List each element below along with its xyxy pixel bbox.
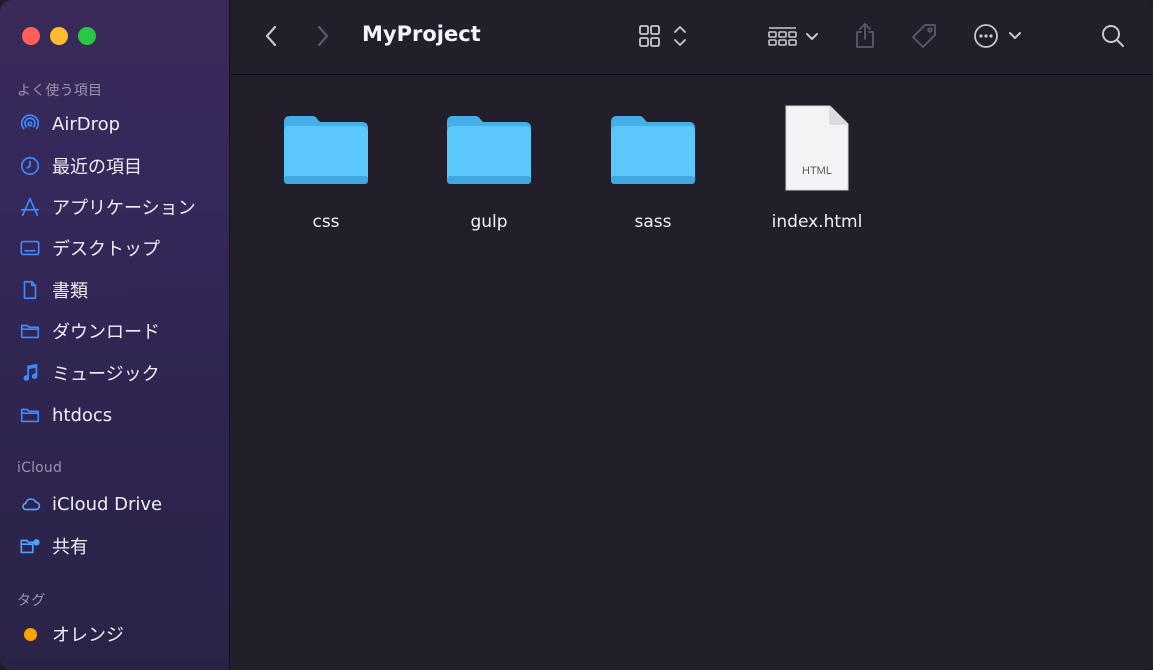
file-item-css[interactable]: css: [266, 98, 386, 232]
chevron-right-icon: [317, 25, 329, 47]
grid-view-icon: [639, 25, 686, 47]
section-heading-tags: タグ: [17, 593, 46, 609]
sidebar-item-label: 書類: [52, 281, 88, 302]
ellipsis-circle-icon: [974, 24, 1021, 48]
sidebar-item-recents[interactable]: 最近の項目: [18, 151, 223, 181]
sidebar-item-tag-orange[interactable]: オレンジ: [18, 619, 223, 649]
sidebar-item-label: ダウンロード: [52, 322, 160, 343]
sidebar-item-htdocs[interactable]: htdocs: [18, 400, 223, 430]
shared-folder-icon: [18, 534, 42, 558]
file-type-badge: HTML: [802, 165, 832, 177]
sidebar-item-airdrop[interactable]: AirDrop: [18, 109, 223, 139]
tag-color-dot: [18, 622, 42, 646]
sidebar-item-label: 最近の項目: [52, 157, 142, 178]
sidebar-item-label: アプリケーション: [52, 198, 196, 219]
view-mode-button[interactable]: [637, 22, 693, 50]
zoom-button[interactable]: [78, 27, 96, 45]
sidebar-item-applications[interactable]: アプリケーション: [18, 192, 223, 222]
file-item-sass[interactable]: sass: [593, 98, 713, 232]
html-file-icon: HTML: [757, 98, 877, 198]
music-icon: [18, 361, 42, 385]
tag-icon: [912, 24, 936, 48]
folder-icon: [429, 98, 549, 198]
applications-icon: [18, 195, 42, 219]
clock-icon: [18, 154, 42, 178]
folder-icon: [18, 403, 42, 427]
search-icon: [1102, 25, 1124, 47]
sidebar-item-label: iCloud Drive: [52, 493, 163, 515]
section-heading-icloud: iCloud: [17, 460, 63, 476]
sidebar-item-label: AirDrop: [52, 113, 121, 135]
tag-button[interactable]: [908, 22, 940, 50]
file-item-gulp[interactable]: gulp: [429, 98, 549, 232]
file-item-index-html[interactable]: HTML index.html: [757, 98, 877, 232]
file-browser: css gulp sass HTML index.html: [231, 76, 1153, 670]
sidebar-item-documents[interactable]: 書類: [18, 275, 223, 305]
close-button[interactable]: [22, 27, 40, 45]
chevron-left-icon: [265, 25, 277, 47]
group-button[interactable]: [767, 22, 823, 50]
sidebar-item-label: htdocs: [52, 404, 113, 426]
sidebar-item-shared[interactable]: 共有: [18, 531, 223, 561]
desktop-icon: [18, 236, 42, 260]
file-name: index.html: [771, 212, 863, 232]
folder-icon: [266, 98, 386, 198]
share-icon: [856, 23, 874, 48]
cloud-icon: [18, 492, 42, 516]
toolbar: MyProject: [231, 0, 1153, 75]
back-button[interactable]: [259, 22, 283, 50]
folder-icon: [593, 98, 713, 198]
sidebar-item-label: ミュージック: [52, 364, 160, 385]
sidebar-item-label: オレンジ: [52, 625, 124, 646]
minimize-button[interactable]: [50, 27, 68, 45]
share-button[interactable]: [851, 22, 879, 50]
forward-button[interactable]: [311, 22, 335, 50]
airdrop-icon: [18, 112, 42, 136]
group-icon: [768, 27, 818, 46]
section-heading-favorites: よく使う項目: [17, 83, 103, 99]
sidebar-item-downloads[interactable]: ダウンロード: [18, 316, 223, 346]
search-button[interactable]: [1099, 22, 1127, 50]
document-icon: [18, 278, 42, 302]
sidebar-item-icloud-drive[interactable]: iCloud Drive: [18, 489, 223, 519]
sidebar-item-music[interactable]: ミュージック: [18, 358, 223, 388]
finder-window: よく使う項目 AirDrop 最近の項目 アプリケーション デスクトップ 書類 …: [0, 0, 1153, 670]
file-name: css: [312, 212, 340, 232]
more-actions-button[interactable]: [972, 22, 1028, 50]
sidebar-item-label: 共有: [52, 537, 88, 558]
window-controls: [22, 27, 96, 45]
window-title: MyProject: [362, 22, 481, 46]
sidebar-item-label: デスクトップ: [52, 239, 160, 260]
folder-icon: [18, 319, 42, 343]
sidebar-item-desktop[interactable]: デスクトップ: [18, 233, 223, 263]
file-name: sass: [634, 212, 672, 232]
file-name: gulp: [470, 212, 508, 232]
sidebar: よく使う項目 AirDrop 最近の項目 アプリケーション デスクトップ 書類 …: [0, 0, 230, 670]
